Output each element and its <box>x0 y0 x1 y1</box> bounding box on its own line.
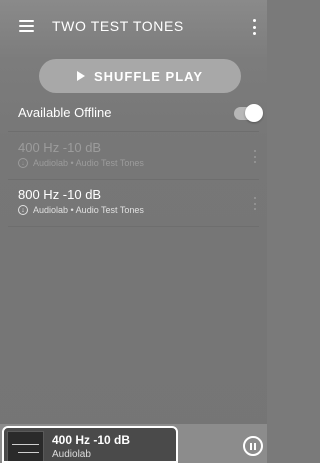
divider <box>8 131 259 132</box>
track-subtitle: ↓ Audiolab • Audio Test Tones <box>18 158 144 168</box>
divider <box>8 179 259 180</box>
playlist-screen: TWO TEST TONES SHUFFLE PLAY Available Of… <box>0 0 267 463</box>
track-title: 800 Hz -10 dB <box>18 187 102 202</box>
track-more-icon[interactable] <box>254 197 257 210</box>
now-playing-card[interactable]: 400 Hz -10 dB Audiolab <box>2 426 178 463</box>
shuffle-play-button[interactable]: SHUFFLE PLAY <box>39 59 241 93</box>
hamburger-menu-icon[interactable] <box>19 20 34 32</box>
pause-icon[interactable] <box>243 436 263 456</box>
now-playing-artist: Audiolab <box>52 449 91 460</box>
downloaded-icon: ↓ <box>18 158 28 168</box>
play-icon <box>76 71 85 81</box>
track-row-400hz[interactable]: 400 Hz -10 dB ↓ Audiolab • Audio Test To… <box>18 140 263 180</box>
available-offline-row: Available Offline <box>18 104 263 122</box>
app-bar: TWO TEST TONES <box>0 8 267 46</box>
page-title: TWO TEST TONES <box>52 18 184 34</box>
track-artist-album: Audiolab • Audio Test Tones <box>33 205 144 215</box>
available-offline-label: Available Offline <box>18 105 112 120</box>
more-vertical-icon[interactable] <box>252 19 256 35</box>
track-artist-album: Audiolab • Audio Test Tones <box>33 158 144 168</box>
downloaded-icon: ↓ <box>18 205 28 215</box>
available-offline-toggle[interactable] <box>232 104 263 122</box>
divider <box>8 226 259 227</box>
track-more-icon[interactable] <box>254 150 257 163</box>
track-subtitle: ↓ Audiolab • Audio Test Tones <box>18 205 144 215</box>
now-playing-title: 400 Hz -10 dB <box>52 433 131 447</box>
track-row-800hz[interactable]: 800 Hz -10 dB ↓ Audiolab • Audio Test To… <box>18 187 263 227</box>
toggle-thumb <box>245 104 263 122</box>
track-title: 400 Hz -10 dB <box>18 140 102 155</box>
shuffle-play-label: SHUFFLE PLAY <box>93 68 204 84</box>
album-art <box>7 431 44 461</box>
now-playing-bar: 400 Hz -10 dB Audiolab <box>0 424 267 463</box>
